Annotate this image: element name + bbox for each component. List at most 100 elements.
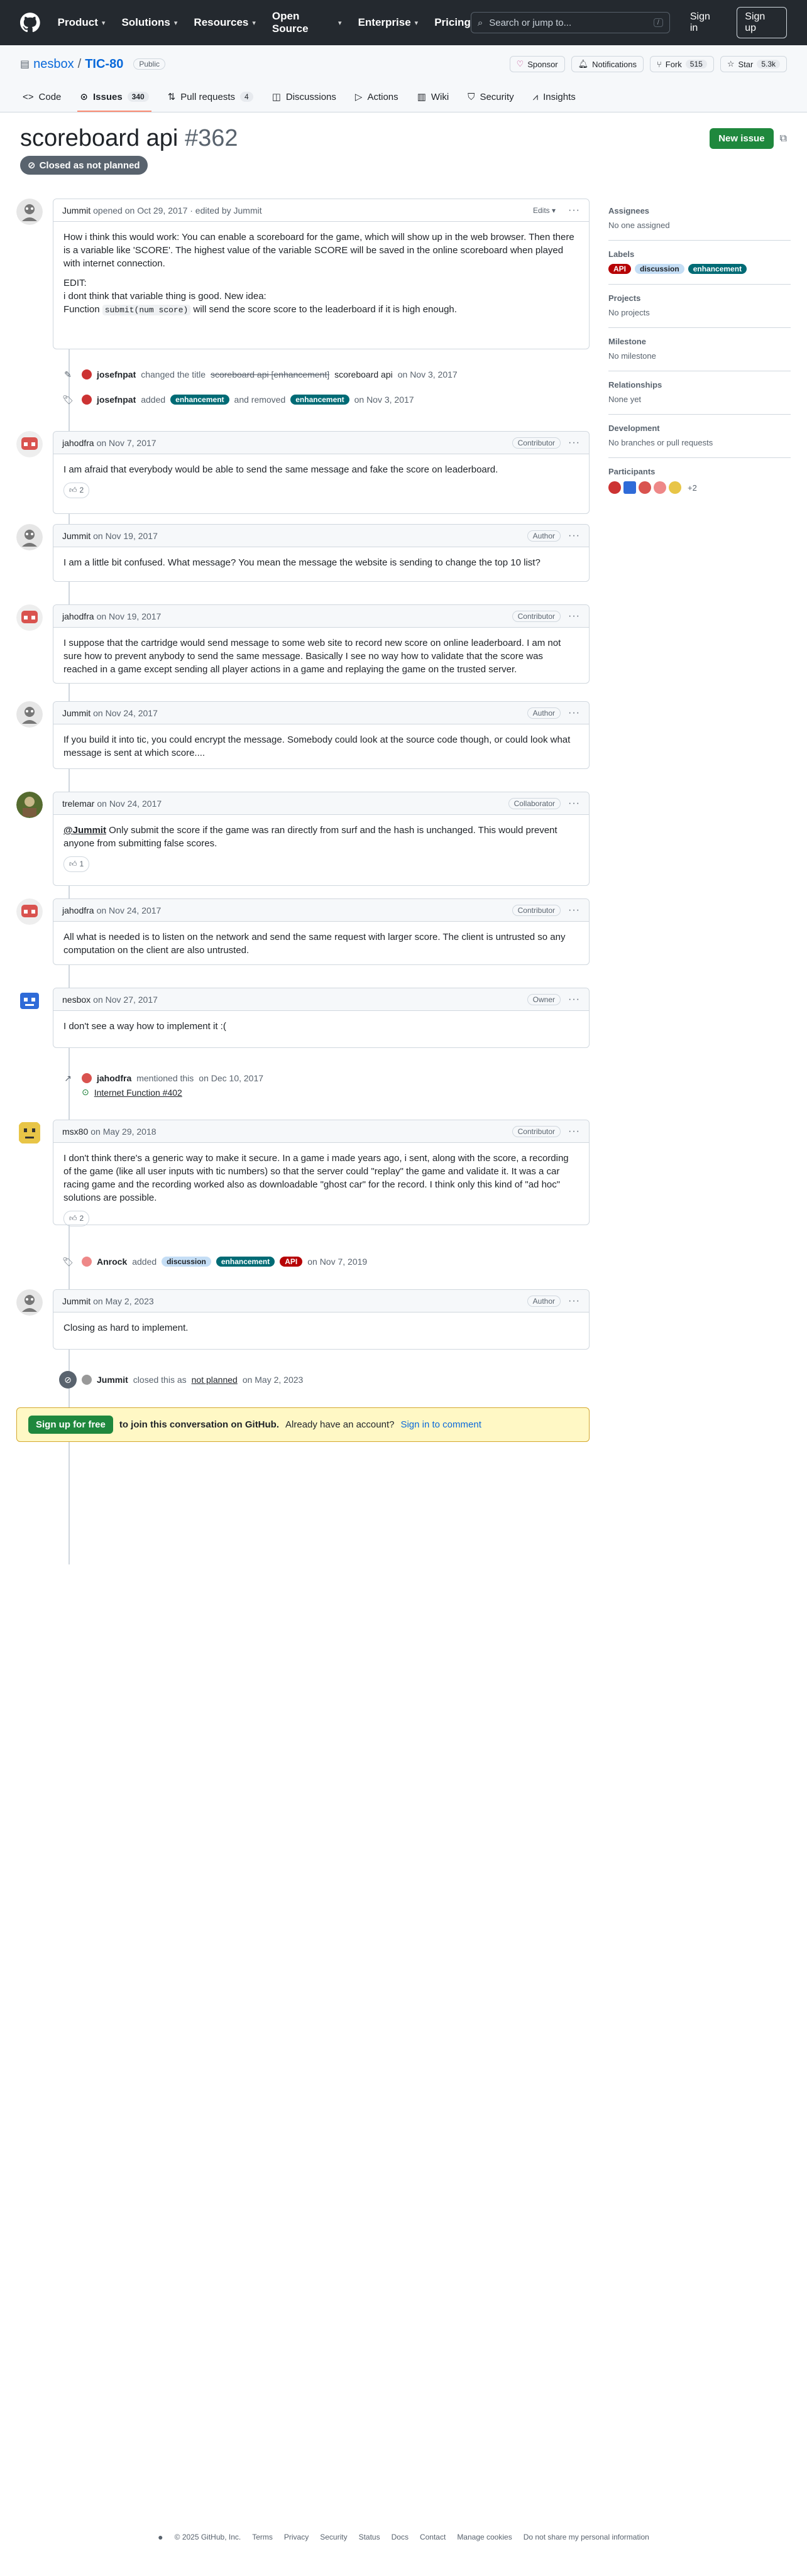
nav-product[interactable]: Product ▾: [58, 10, 106, 35]
comment-date[interactable]: on Nov 24, 2017: [93, 708, 158, 718]
more-options-icon[interactable]: ···: [568, 205, 580, 216]
avatar[interactable]: [16, 988, 43, 1014]
comment-author[interactable]: msx80: [62, 1127, 88, 1137]
tab-issues[interactable]: ⊙ Issues 340: [77, 83, 151, 112]
more-options-icon[interactable]: ···: [568, 530, 580, 542]
comment-date[interactable]: on Nov 19, 2017: [97, 611, 162, 621]
more-options-icon[interactable]: ···: [568, 707, 580, 719]
footer-link-contact[interactable]: Contact: [420, 2533, 446, 2541]
nav-solutions[interactable]: Solutions ▾: [121, 10, 177, 35]
comment-author[interactable]: jahodfra: [62, 611, 94, 621]
participant-avatar[interactable]: [669, 481, 681, 494]
comment-author[interactable]: Jummit: [62, 708, 91, 718]
footer-link-security[interactable]: Security: [320, 2533, 347, 2541]
label-discussion[interactable]: discussion: [635, 264, 684, 274]
repo-name-link[interactable]: TIC-80: [85, 57, 123, 72]
label-api[interactable]: API: [608, 264, 632, 274]
label-enhancement[interactable]: enhancement: [688, 264, 747, 274]
comment-author[interactable]: Jummit: [62, 531, 91, 541]
footer-link-do-not-share[interactable]: Do not share my personal information: [524, 2533, 649, 2541]
avatar[interactable]: [82, 1073, 92, 1083]
avatar[interactable]: [82, 395, 92, 405]
avatar[interactable]: [82, 369, 92, 379]
comment-author[interactable]: nesbox: [62, 995, 91, 1005]
tab-actions[interactable]: ▷ Actions: [353, 83, 401, 112]
comment-date[interactable]: opened on Oct 29, 2017: [93, 205, 187, 216]
tab-code[interactable]: <> Code: [20, 83, 63, 112]
comment-author[interactable]: jahodfra: [62, 905, 94, 915]
reaction-thumbs-up[interactable]: 👍︎ 1: [63, 856, 90, 872]
nav-enterprise[interactable]: Enterprise ▾: [358, 10, 419, 35]
event-actor[interactable]: josefnpat: [97, 369, 136, 379]
comment-date[interactable]: on May 2, 2023: [93, 1296, 154, 1306]
reaction-thumbs-up[interactable]: 👍︎ 2: [63, 483, 90, 498]
event-actor[interactable]: jahodfra: [97, 1073, 131, 1083]
search-input[interactable]: ⌕ Search or jump to... /: [470, 12, 670, 33]
more-options-icon[interactable]: ···: [568, 611, 580, 622]
nav-pricing[interactable]: Pricing: [434, 10, 471, 35]
nav-resources[interactable]: Resources ▾: [194, 10, 255, 35]
comment-date[interactable]: on Nov 7, 2017: [97, 438, 156, 448]
more-options-icon[interactable]: ···: [568, 994, 580, 1005]
github-mark-icon[interactable]: ●: [158, 2532, 163, 2542]
edits-dropdown[interactable]: Edits ▾: [528, 205, 561, 216]
sign-in-to-comment-link[interactable]: Sign in to comment: [400, 1419, 481, 1430]
participant-avatar[interactable]: [608, 481, 621, 494]
repo-owner-link[interactable]: nesbox: [33, 57, 74, 72]
referenced-issue-link[interactable]: Internet Function #402: [94, 1088, 182, 1098]
participant-avatar[interactable]: [654, 481, 666, 494]
participant-avatar[interactable]: [623, 481, 636, 494]
label-enhancement[interactable]: enhancement: [290, 395, 349, 405]
label-discussion[interactable]: discussion: [162, 1257, 211, 1267]
event-actor[interactable]: josefnpat: [97, 395, 136, 405]
avatar[interactable]: [82, 1257, 92, 1267]
comment-date[interactable]: on Nov 24, 2017: [97, 799, 162, 809]
sponsor-button[interactable]: ♡ Sponsor: [509, 56, 565, 72]
comment-date[interactable]: on Nov 27, 2017: [93, 995, 158, 1005]
nav-open-source[interactable]: Open Source ▾: [272, 10, 342, 35]
avatar[interactable]: [16, 524, 43, 550]
avatar[interactable]: [16, 701, 43, 728]
more-options-icon[interactable]: ···: [568, 1126, 580, 1137]
avatar[interactable]: [16, 898, 43, 925]
reaction-thumbs-up[interactable]: 👍︎ 2: [63, 1211, 90, 1226]
sign-up-button[interactable]: Sign up: [737, 7, 787, 38]
comment-date[interactable]: on Nov 19, 2017: [93, 531, 158, 541]
more-options-icon[interactable]: ···: [568, 905, 580, 916]
avatar[interactable]: [16, 199, 43, 225]
more-options-icon[interactable]: ···: [568, 798, 580, 809]
tab-security[interactable]: ⛉ Security: [465, 83, 516, 112]
footer-link-privacy[interactable]: Privacy: [284, 2533, 309, 2541]
github-logo-icon[interactable]: [20, 13, 40, 33]
fork-button[interactable]: ⑂ Fork 515: [649, 56, 714, 72]
user-mention[interactable]: @Jummit: [63, 825, 106, 836]
more-options-icon[interactable]: ···: [568, 437, 580, 449]
label-enhancement[interactable]: enhancement: [170, 395, 229, 405]
more-options-icon[interactable]: ···: [568, 1296, 580, 1307]
footer-link-status[interactable]: Status: [359, 2533, 380, 2541]
avatar[interactable]: [16, 1289, 43, 1316]
avatar[interactable]: [16, 431, 43, 457]
tab-pull-requests[interactable]: ⇅ Pull requests 4: [165, 83, 256, 112]
avatar[interactable]: [16, 1120, 43, 1146]
comment-author[interactable]: Jummit: [62, 1296, 91, 1306]
comment-author[interactable]: Jummit: [62, 205, 91, 216]
comment-author[interactable]: jahodfra: [62, 438, 94, 448]
tab-wiki[interactable]: ▥ Wiki: [415, 83, 452, 112]
footer-link-cookies[interactable]: Manage cookies: [457, 2533, 512, 2541]
comment-date[interactable]: on Nov 24, 2017: [97, 905, 162, 915]
sign-up-free-button[interactable]: Sign up for free: [28, 1416, 113, 1434]
label-enhancement[interactable]: enhancement: [216, 1257, 275, 1267]
avatar[interactable]: [16, 604, 43, 631]
participant-avatar[interactable]: [639, 481, 651, 494]
comment-author[interactable]: trelemar: [62, 799, 94, 809]
event-actor[interactable]: Anrock: [97, 1257, 127, 1267]
avatar[interactable]: [16, 792, 43, 818]
tab-discussions[interactable]: ◫ Discussions: [270, 83, 339, 112]
avatar[interactable]: [82, 1375, 92, 1385]
comment-date[interactable]: on May 29, 2018: [91, 1127, 156, 1137]
new-issue-button[interactable]: New issue: [710, 128, 774, 149]
sign-in-link[interactable]: Sign in: [690, 11, 720, 34]
more-participants[interactable]: +2: [688, 483, 697, 493]
referenced-issue[interactable]: ⊙ Internet Function #402: [82, 1087, 590, 1098]
